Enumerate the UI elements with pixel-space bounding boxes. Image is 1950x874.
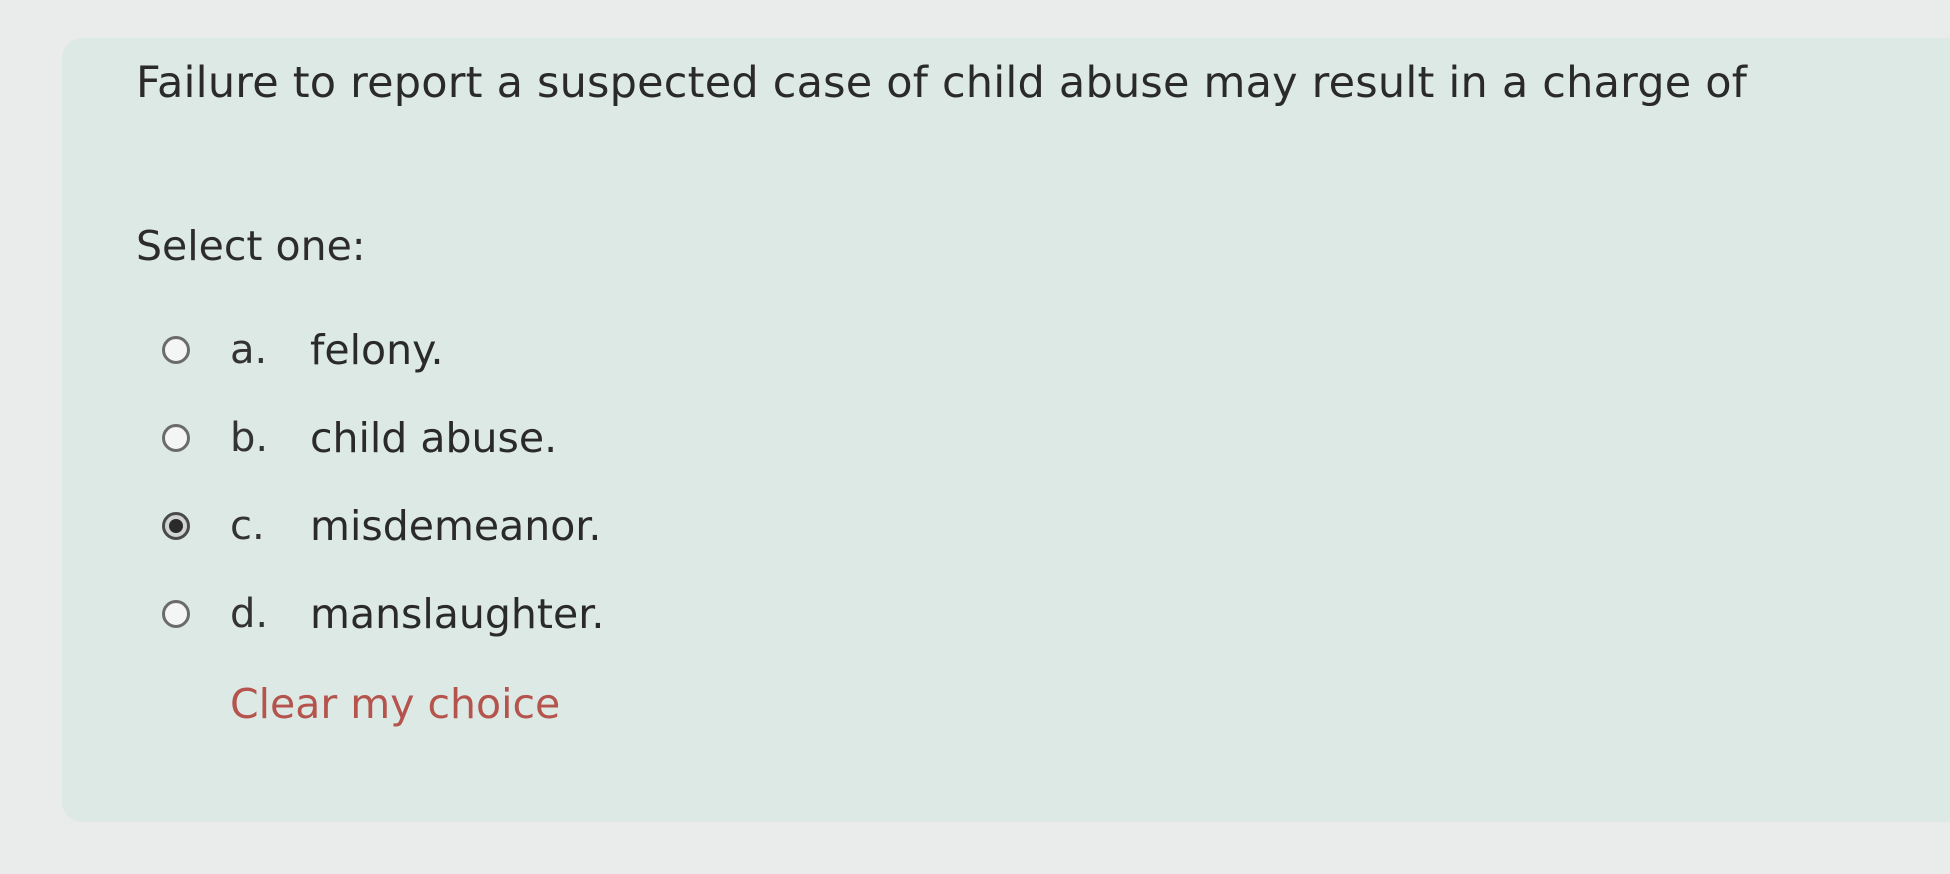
radio-selected-dot <box>169 519 183 533</box>
option-text: misdemeanor. <box>310 502 602 550</box>
option-b[interactable]: b. child abuse. <box>162 408 557 468</box>
question-text: Failure to report a suspected case of ch… <box>136 58 1748 108</box>
select-one-prompt: Select one: <box>136 222 366 270</box>
option-letter: d. <box>230 591 269 637</box>
option-letter: c. <box>230 503 265 549</box>
option-d[interactable]: d. manslaughter. <box>162 584 604 644</box>
option-text: child abuse. <box>310 414 558 462</box>
radio-button-a[interactable] <box>162 336 190 364</box>
option-c[interactable]: c. misdemeanor. <box>162 496 601 556</box>
option-a[interactable]: a. felony. <box>162 320 444 380</box>
option-text: manslaughter. <box>310 590 605 638</box>
radio-button-d[interactable] <box>162 600 190 628</box>
radio-button-c[interactable] <box>162 512 190 540</box>
option-letter: a. <box>230 327 268 373</box>
clear-my-choice-link[interactable]: Clear my choice <box>230 680 560 728</box>
radio-button-b[interactable] <box>162 424 190 452</box>
option-letter: b. <box>230 415 269 461</box>
option-text: felony. <box>310 326 444 374</box>
